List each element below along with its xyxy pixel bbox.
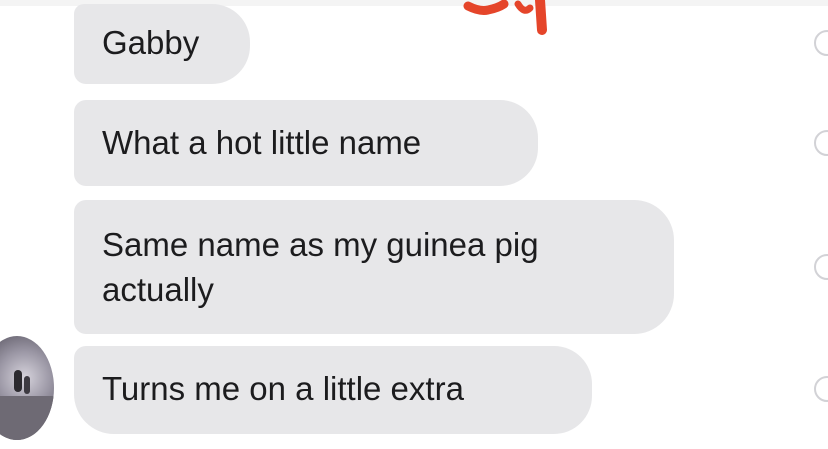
message-bubble[interactable]: Turns me on a little extra <box>74 346 592 434</box>
message-text: What a hot little name <box>102 124 422 161</box>
message-bubble[interactable]: Gabby <box>74 4 250 84</box>
read-receipt-icon <box>814 30 828 56</box>
message-text: Gabby <box>102 24 200 61</box>
read-receipt-icon <box>814 254 828 280</box>
message-bubble[interactable]: What a hot little name <box>74 100 538 186</box>
message-text: Same name as my guinea pig actually <box>102 226 539 308</box>
read-receipt-icon <box>814 130 828 156</box>
message-bubble[interactable]: Same name as my guinea pig actually <box>74 200 674 334</box>
message-thread: Gabby What a hot little name Same name a… <box>0 0 828 449</box>
message-text: Turns me on a little extra <box>102 370 464 407</box>
read-receipt-icon <box>814 376 828 402</box>
contact-avatar[interactable] <box>0 336 54 440</box>
